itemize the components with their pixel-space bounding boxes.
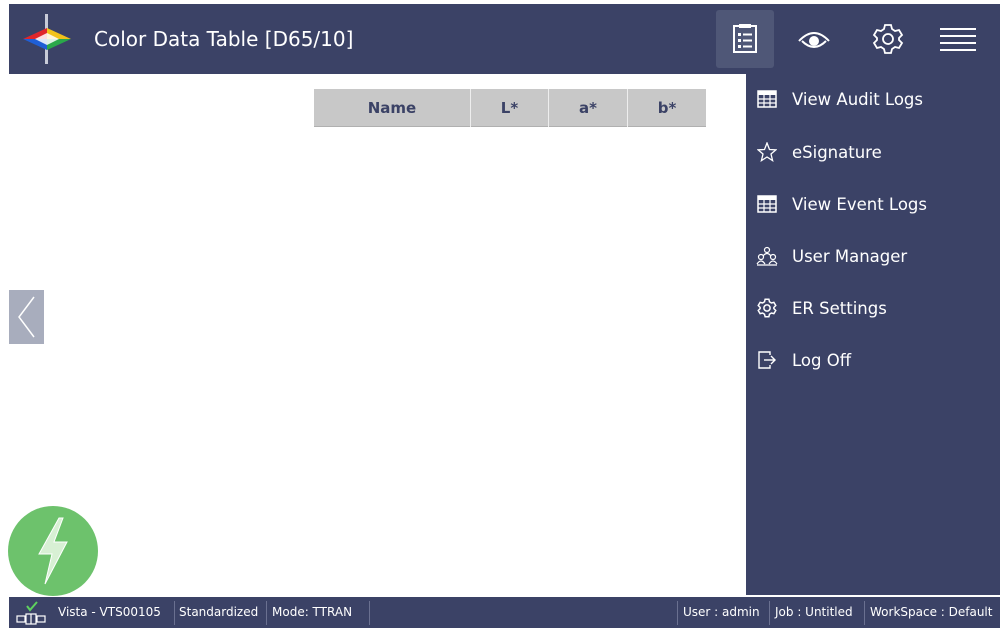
gear-icon (756, 297, 778, 319)
menu-item-esignature[interactable]: eSignature (746, 128, 1000, 176)
hamburger-icon (940, 28, 976, 51)
menu-item-label: ER Settings (792, 298, 887, 318)
menu-item-er-settings[interactable]: ER Settings (746, 284, 1000, 332)
lightning-icon (38, 517, 68, 585)
menu-item-label: eSignature (792, 142, 882, 162)
app-header: Color Data Table [D65/10] (9, 4, 1000, 74)
menu-button[interactable] (929, 10, 987, 68)
menu-item-log-off[interactable]: Log Off (746, 336, 1000, 384)
chevron-left-icon (17, 296, 35, 338)
mode-label: Mode: TTRAN (272, 605, 353, 619)
status-bar: Vista - VTS00105 Standardized Mode: TTRA… (9, 597, 1000, 628)
table-icon (756, 193, 778, 215)
column-header-name[interactable]: Name (314, 89, 471, 127)
settings-button[interactable] (859, 10, 917, 68)
star-icon (756, 141, 778, 163)
checklist-icon (733, 24, 757, 53)
page-title: Color Data Table [D65/10] (94, 27, 354, 51)
menu-item-view-event-logs[interactable]: View Event Logs (746, 180, 1000, 228)
menu-item-label: View Event Logs (792, 194, 927, 214)
user-label: User : admin (683, 605, 760, 619)
menu-item-view-audit-logs[interactable]: View Audit Logs (746, 75, 1000, 123)
menu-item-label: Log Off (792, 350, 852, 370)
eye-icon (798, 32, 830, 48)
column-header-b[interactable]: b* (628, 89, 706, 127)
table-icon (756, 88, 778, 110)
column-header-a[interactable]: a* (549, 89, 628, 127)
view-button[interactable] (785, 10, 843, 68)
side-menu: View Audit Logs eSignature View Event Lo… (746, 74, 1000, 595)
job-label: Job : Untitled (775, 605, 853, 619)
measure-button[interactable] (8, 506, 98, 596)
device-label: Vista - VTS00105 (58, 605, 161, 619)
status-label: Standardized (179, 605, 259, 619)
menu-item-label: User Manager (792, 246, 908, 266)
menu-item-label: View Audit Logs (792, 89, 923, 109)
color-data-table-header: Name L* a* b* (314, 89, 706, 127)
menu-item-user-manager[interactable]: User Manager (746, 232, 1000, 280)
gear-icon (872, 24, 904, 54)
column-header-l[interactable]: L* (471, 89, 549, 127)
workspace-label: WorkSpace : Default (870, 605, 993, 619)
previous-button[interactable] (9, 290, 44, 344)
checklist-button[interactable] (716, 10, 774, 68)
connection-icon (16, 601, 46, 625)
app-logo-icon (23, 14, 71, 64)
users-icon (756, 245, 778, 267)
logout-icon (756, 349, 778, 371)
